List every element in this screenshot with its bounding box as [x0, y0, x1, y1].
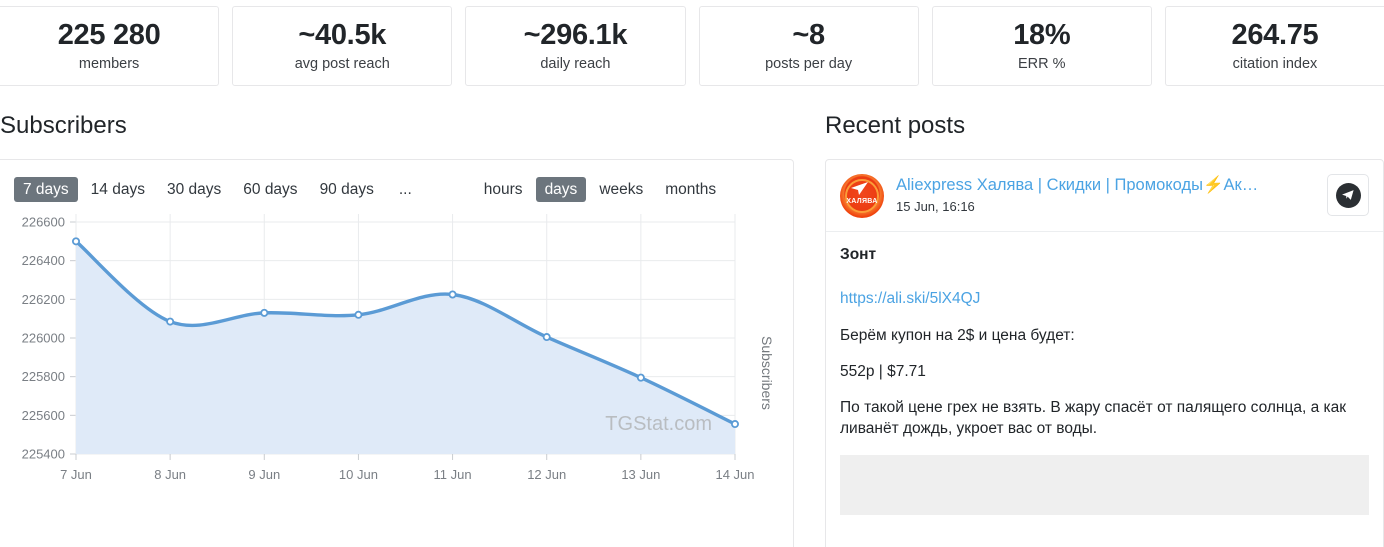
post-body: Зонт https://ali.ski/5lX4QJ Берём купон … [826, 232, 1383, 440]
post-header-main: Aliexpress Халява | Скидки | Промокоды⚡А… [896, 174, 1369, 213]
svg-text:8 Jun: 8 Jun [154, 467, 186, 482]
svg-text:226600: 226600 [22, 215, 65, 230]
stat-value: ~40.5k [298, 18, 387, 51]
page-title-recent-posts: Recent posts [825, 112, 966, 139]
stat-label: citation index [1232, 55, 1318, 72]
stat-label: daily reach [540, 55, 611, 72]
stat-card-posts-per-day: ~8 posts per day [698, 6, 919, 86]
post-media-placeholder [840, 455, 1369, 516]
range-chip-more[interactable]: ... [387, 177, 424, 203]
chart-y-axis-title: Subscribers [759, 336, 775, 410]
chart-data-point[interactable] [72, 237, 81, 246]
svg-text:226000: 226000 [22, 331, 65, 346]
chart-toolbar: 7 days 14 days 30 days 60 days 90 days .… [0, 160, 793, 206]
svg-text:13 Jun: 13 Jun [621, 467, 660, 482]
range-chip-14-days[interactable]: 14 days [82, 177, 154, 203]
chart-x-axis-labels: 7 Jun 8 Jun 9 Jun 10 Jun 11 Jun 12 Jun 13 Jun 1… [60, 467, 754, 482]
subscribers-area-chart-svg: 225400 225600 225800 226000 226200 226400 2266… [22, 214, 775, 482]
stat-label: avg post reach [294, 55, 390, 72]
chart-data-point[interactable] [636, 373, 645, 382]
stat-card-avg-post-reach: ~40.5k avg post reach [232, 6, 453, 86]
subscribers-chart[interactable]: 225400 225600 225800 226000 226200 226400 2266… [0, 206, 793, 536]
lightning-icon: ⚡ [1202, 176, 1224, 194]
chart-y-axis-labels: 225400 225600 225800 226000 226200 226400 2266… [22, 215, 65, 462]
stat-label: members [78, 55, 140, 72]
svg-text:225800: 225800 [22, 369, 65, 384]
svg-text:226200: 226200 [22, 292, 65, 307]
chart-data-point[interactable] [166, 317, 175, 326]
svg-text:7 Jun: 7 Jun [60, 467, 92, 482]
post-price-line: 552р | $7.71 [840, 363, 926, 381]
channel-name-text: Aliexpress Халява | Скидки | Промокоды [896, 176, 1203, 194]
stat-label: ERR % [1018, 55, 1066, 72]
svg-text:12 Jun: 12 Jun [527, 467, 566, 482]
subscribers-chart-panel: 7 days 14 days 30 days 60 days 90 days .… [0, 159, 794, 547]
svg-text:9 Jun: 9 Jun [248, 467, 280, 482]
stat-value: 18% [1013, 18, 1071, 51]
svg-text:14 Jun: 14 Jun [715, 467, 754, 482]
chart-data-point[interactable] [448, 290, 457, 299]
range-chip-60-days[interactable]: 60 days [234, 177, 306, 203]
chart-data-point[interactable] [354, 310, 363, 319]
telegram-icon [1335, 182, 1361, 208]
chart-data-point[interactable] [731, 420, 740, 429]
post-card: ХАЛЯВА Aliexpress Халява | Скидки | Пром… [825, 159, 1384, 547]
range-chip-90-days[interactable]: 90 days [311, 177, 383, 203]
post-title: Зонт [840, 246, 877, 263]
post-coupon-line: Берём купон на 2$ и цена будет: [840, 327, 1075, 345]
paper-plane-icon [851, 182, 868, 195]
granularity-filter-group: hours days weeks months [475, 176, 729, 203]
range-filter-group: 7 days 14 days 30 days 60 days 90 days .… [14, 176, 428, 203]
page-title-subscribers: Subscribers [0, 112, 127, 139]
subscribers-column: Subscribers 7 days 14 days 30 days 60 da… [0, 114, 800, 547]
granularity-chip-weeks[interactable]: weeks [590, 177, 652, 203]
stats-summary-row: 225 280 members ~40.5k avg post reach ~2… [0, 0, 1384, 92]
stat-card-daily-reach: ~296.1k daily reach [465, 6, 686, 86]
svg-text:226400: 226400 [22, 253, 65, 268]
stat-card-members: 225 280 members [0, 6, 220, 86]
channel-name-link[interactable]: Aliexpress Халява | Скидки | Промокоды⚡А… [896, 175, 1336, 196]
post-description-line: По такой цене грех не взять. В жару спас… [840, 399, 1347, 438]
recent-posts-column: Recent posts ХАЛЯВА Aliexpress Халява | … [800, 114, 1384, 547]
post-link[interactable]: https://ali.ski/5lX4QJ [840, 290, 980, 307]
granularity-chip-months[interactable]: months [656, 177, 725, 203]
main-columns: Subscribers 7 days 14 days 30 days 60 da… [0, 92, 1384, 547]
chart-data-point[interactable] [260, 308, 269, 317]
range-chip-30-days[interactable]: 30 days [158, 177, 230, 203]
range-chip-7-days[interactable]: 7 days [14, 176, 78, 203]
avatar-label: ХАЛЯВА [846, 198, 878, 205]
telegram-plane-glyph [1342, 190, 1354, 200]
chart-data-point[interactable] [542, 333, 551, 342]
svg-text:225400: 225400 [22, 447, 65, 462]
granularity-chip-hours[interactable]: hours [475, 177, 532, 203]
stat-card-err: 18% ERR % [931, 6, 1152, 86]
post-link-paragraph: https://ali.ski/5lX4QJ [840, 289, 1369, 310]
svg-text:11 Jun: 11 Jun [434, 467, 472, 482]
stat-value: 264.75 [1231, 18, 1319, 51]
svg-text:10 Jun: 10 Jun [339, 467, 378, 482]
stat-card-citation-index: 264.75 citation index [1164, 6, 1384, 86]
post-header: ХАЛЯВА Aliexpress Халява | Скидки | Пром… [826, 160, 1383, 232]
stat-value: 225 280 [57, 18, 161, 51]
stat-value: ~296.1k [523, 18, 628, 51]
post-timestamp: 15 Jun, 16:16 [896, 198, 975, 214]
avatar: ХАЛЯВА [840, 174, 884, 218]
stat-value: ~8 [792, 18, 825, 51]
svg-text:225600: 225600 [22, 408, 65, 423]
stat-label: posts per day [765, 55, 853, 72]
channel-name-tail: Ак… [1223, 176, 1259, 194]
chart-watermark: TGStat.com [605, 413, 712, 435]
granularity-chip-days[interactable]: days [535, 176, 587, 203]
share-to-telegram-button[interactable] [1327, 174, 1369, 216]
